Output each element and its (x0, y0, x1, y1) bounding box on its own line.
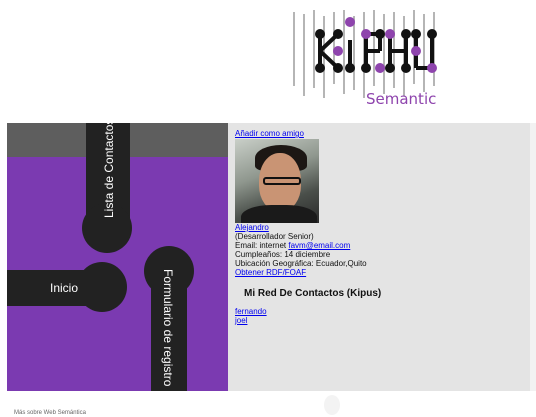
footer-decoration (324, 395, 340, 415)
email-link[interactable]: favm@email.com (288, 241, 350, 250)
footer-link[interactable]: Más sobre Web Semántica (14, 410, 86, 416)
add-friend-link[interactable]: Añadir como amigo (235, 129, 304, 138)
contacts-title: Mi Red De Contactos (Kipus) (244, 288, 382, 299)
profile-role: (Desarrollador Senior) (235, 232, 314, 241)
home-menu-node[interactable] (77, 262, 127, 312)
profile-photo (235, 139, 319, 223)
menu-item-register[interactable]: Formulario de registro (161, 269, 175, 386)
email-label: Email: internet (235, 241, 289, 250)
rdf-foaf-link[interactable]: Obtener RDF/FOAF (235, 268, 306, 277)
panel-edge (530, 123, 536, 391)
contact-link[interactable]: fernando (235, 307, 267, 316)
profile-birthday: Cumpleaños: 14 diciembre (235, 250, 331, 259)
menu-item-contacts[interactable]: Lista de Contactos (102, 123, 116, 218)
navigation-menu: Lista de Contactos Inicio Formulario de … (7, 123, 228, 391)
contact-link[interactable]: joel (235, 316, 247, 325)
logo-text: Semantic (366, 90, 437, 108)
profile-name-link[interactable]: Alejandro (235, 223, 269, 232)
profile-location: Ubicación Geográfica: Ecuador,Quito (235, 259, 367, 268)
menu-item-home[interactable]: Inicio (50, 281, 78, 295)
profile-panel: Añadir como amigo Alejandro (Desarrollad… (228, 123, 530, 391)
profile-email: Email: internet favm@email.com (235, 241, 350, 250)
